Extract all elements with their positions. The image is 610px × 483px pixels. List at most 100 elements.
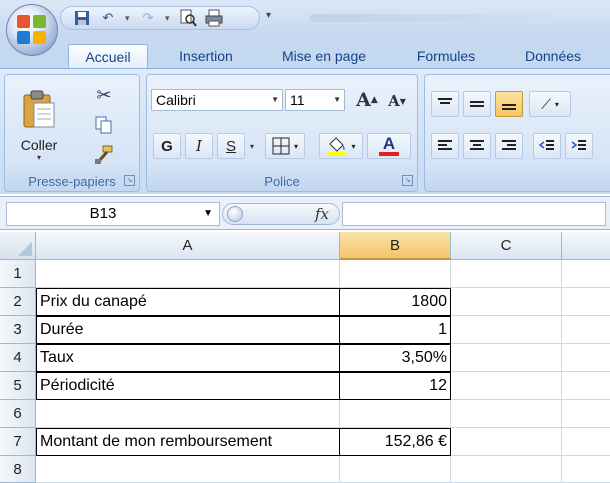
cell-c[interactable] [451, 288, 562, 316]
decrease-indent-icon [539, 140, 554, 150]
cell-d[interactable] [562, 428, 610, 456]
column-header-a[interactable]: A [36, 232, 340, 260]
cell-c[interactable] [451, 260, 562, 288]
row-header[interactable]: 2 [0, 288, 36, 316]
underline-button[interactable]: S [217, 133, 245, 159]
tab-insertion[interactable]: Insertion [160, 44, 252, 68]
cell-a[interactable]: Périodicité [36, 372, 340, 400]
row-header[interactable]: 4 [0, 344, 36, 372]
paste-button[interactable]: Coller ▾ [11, 79, 67, 171]
font-group-label: Police [264, 174, 300, 189]
font-color-button[interactable]: A [367, 133, 411, 159]
shrink-font-button[interactable]: A ▼ [383, 89, 411, 113]
select-all-button[interactable] [0, 232, 36, 260]
cell-c[interactable] [451, 456, 562, 483]
row-header[interactable]: 6 [0, 400, 36, 428]
tab-donnees[interactable]: Données [508, 44, 598, 68]
cell-a[interactable] [36, 456, 340, 483]
name-box[interactable]: B13 ▼ [6, 202, 220, 226]
row-header[interactable]: 7 [0, 428, 36, 456]
cell-d[interactable] [562, 456, 610, 483]
cell-c[interactable] [451, 344, 562, 372]
insert-function-button[interactable]: fx [315, 204, 329, 224]
format-painter-icon[interactable] [91, 143, 117, 167]
ribbon: Coller ▾ ✂ Presse-papiers ↘ Calibri ▼ 11… [0, 68, 610, 194]
print-preview-icon[interactable] [179, 9, 197, 27]
print-icon[interactable] [205, 9, 223, 27]
tab-accueil[interactable]: Accueil [68, 44, 148, 68]
align-center-button[interactable] [463, 133, 491, 159]
cell-a[interactable] [36, 400, 340, 428]
formula-input[interactable] [342, 202, 606, 226]
redo-icon[interactable]: ↷ [139, 9, 157, 27]
cell-b[interactable]: 1800 [339, 288, 451, 316]
column-header-d[interactable] [562, 232, 610, 260]
font-name-select[interactable]: Calibri ▼ [151, 89, 283, 111]
cell-a[interactable]: Montant de mon remboursement [36, 428, 340, 456]
column-header-b[interactable]: B [340, 232, 451, 260]
font-size-select[interactable]: 11 ▼ [285, 89, 345, 111]
row-header[interactable]: 8 [0, 456, 36, 483]
copy-icon[interactable] [91, 113, 117, 137]
align-middle-button[interactable] [463, 91, 491, 117]
chevron-down-icon[interactable]: ▼ [203, 203, 213, 225]
align-bottom-icon [502, 104, 516, 110]
cell-a[interactable]: Taux [36, 344, 340, 372]
save-icon[interactable] [73, 9, 91, 27]
cell-a[interactable]: Durée [36, 316, 340, 344]
cell-c[interactable] [451, 372, 562, 400]
fill-color-button[interactable]: ▾ [319, 133, 363, 159]
align-center-icon [470, 140, 484, 150]
formula-handle-icon[interactable] [227, 206, 243, 222]
underline-dropdown-icon[interactable]: ▾ [247, 139, 257, 153]
cell-b[interactable]: 3,50% [339, 344, 451, 372]
cell-d[interactable] [562, 372, 610, 400]
undo-dropdown-icon[interactable]: ▾ [125, 13, 131, 24]
cell-d[interactable] [562, 344, 610, 372]
row-header[interactable]: 5 [0, 372, 36, 400]
chevron-down-icon: ▾ [554, 99, 559, 109]
borders-button[interactable]: ▾ [265, 133, 305, 159]
align-left-icon [438, 140, 452, 150]
clipboard-launcher-icon[interactable]: ↘ [124, 175, 135, 186]
cell-b[interactable] [339, 400, 451, 428]
align-top-button[interactable] [431, 91, 459, 117]
tab-mise-en-page[interactable]: Mise en page [268, 44, 380, 68]
orientation-button[interactable]: ⟋ ▾ [529, 91, 571, 117]
cell-c[interactable] [451, 428, 562, 456]
cell-b[interactable] [339, 456, 451, 483]
cell-b[interactable]: 12 [339, 372, 451, 400]
font-launcher-icon[interactable]: ↘ [402, 175, 413, 186]
customize-qat-icon[interactable]: ▾ [266, 10, 271, 21]
cell-d[interactable] [562, 400, 610, 428]
cut-icon[interactable]: ✂ [91, 83, 117, 107]
cell-b[interactable]: 1 [339, 316, 451, 344]
italic-button[interactable]: I [185, 133, 213, 159]
align-bottom-button[interactable] [495, 91, 523, 117]
cell-b[interactable] [339, 260, 451, 288]
cell-a[interactable] [36, 260, 340, 288]
grow-font-button[interactable]: A ▲ [353, 87, 381, 113]
cell-b[interactable]: 152,86 € [339, 428, 451, 456]
redo-dropdown-icon[interactable]: ▾ [165, 13, 171, 24]
office-button[interactable] [6, 4, 58, 56]
cell-a[interactable]: Prix du canapé [36, 288, 340, 316]
undo-icon[interactable]: ↶ [99, 9, 117, 27]
align-left-button[interactable] [431, 133, 459, 159]
row-header[interactable]: 3 [0, 316, 36, 344]
cell-c[interactable] [451, 400, 562, 428]
cell-c[interactable] [451, 316, 562, 344]
increase-indent-button[interactable] [565, 133, 593, 159]
cell-d[interactable] [562, 288, 610, 316]
row-header[interactable]: 1 [0, 260, 36, 288]
clipboard-group: Coller ▾ ✂ Presse-papiers ↘ [4, 74, 140, 192]
paste-dropdown-icon[interactable]: ▾ [37, 153, 41, 162]
decrease-indent-button[interactable] [533, 133, 561, 159]
paste-label: Coller [20, 136, 58, 153]
bold-button[interactable]: G [153, 133, 181, 159]
tab-formules[interactable]: Formules [398, 44, 494, 68]
cell-d[interactable] [562, 260, 610, 288]
align-right-button[interactable] [495, 133, 523, 159]
cell-d[interactable] [562, 316, 610, 344]
column-header-c[interactable]: C [451, 232, 562, 260]
